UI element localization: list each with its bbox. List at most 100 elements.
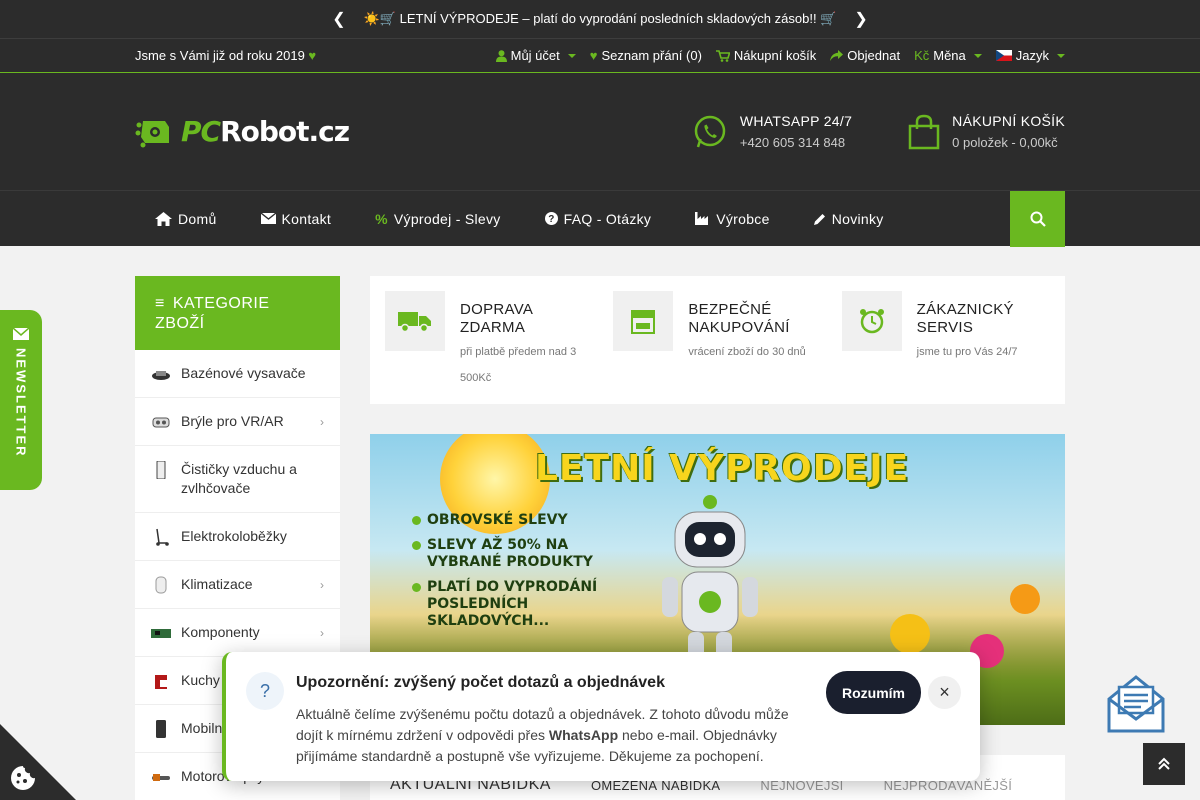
banner-title: LETNÍ VÝPRODEJE bbox=[535, 448, 910, 489]
double-chevron-up-icon bbox=[1158, 757, 1170, 770]
nav-manufacturers[interactable]: Výrobce bbox=[695, 211, 769, 227]
circuit-board-icon bbox=[151, 629, 171, 638]
user-icon bbox=[495, 49, 507, 62]
question-icon: ? bbox=[246, 672, 284, 710]
logo-text: Robot.cz bbox=[220, 115, 350, 148]
category-item[interactable]: Čističky vzduchu a zvlhčovače bbox=[135, 446, 340, 513]
banner-bullet: PLATÍ DO VYPRODÁNÍ POSLEDNÍCH SKLADOVÝCH… bbox=[412, 579, 642, 630]
notice-body: Aktuálně čelíme zvýšenému počtu dotazů a… bbox=[296, 704, 796, 767]
kitchen-mixer-icon bbox=[155, 675, 167, 689]
whatsapp-contact[interactable]: WHATSAPP 24/7 +420 605 314 848 bbox=[692, 113, 852, 150]
close-icon[interactable]: × bbox=[928, 676, 961, 709]
envelope-icon bbox=[260, 213, 276, 224]
cart-title: NÁKUPNÍ KOŠÍK bbox=[952, 113, 1065, 129]
flower-graphic bbox=[890, 614, 930, 654]
category-item[interactable]: Klimatizace › bbox=[135, 561, 340, 609]
understand-button[interactable]: Rozumím bbox=[826, 671, 921, 714]
circuit-logo-icon bbox=[135, 120, 169, 147]
cart-link[interactable]: Nákupní košík bbox=[715, 48, 817, 63]
chevron-right-icon: › bbox=[320, 625, 324, 640]
language-select[interactable]: Jazyk bbox=[995, 48, 1065, 63]
category-label: Brýle pro VR/AR bbox=[181, 413, 284, 429]
nav-home[interactable]: Domů bbox=[155, 211, 217, 227]
cart-label: Nákupní košík bbox=[733, 48, 817, 63]
air-conditioner-icon bbox=[155, 576, 167, 594]
features-strip: DOPRAVA ZDARMA při platbě předem nad 3 5… bbox=[370, 276, 1065, 404]
share-arrow-icon bbox=[830, 50, 844, 61]
category-item[interactable]: Bazénové vysavače bbox=[135, 350, 340, 398]
heart-icon: ♥ bbox=[589, 48, 598, 63]
prev-arrow-icon[interactable]: ❮ bbox=[332, 9, 345, 29]
nav-sale[interactable]: % Výprodej - Slevy bbox=[375, 211, 500, 227]
currency-select[interactable]: Kč Měna bbox=[914, 48, 982, 63]
feature-free-shipping: DOPRAVA ZDARMA při platbě předem nad 3 5… bbox=[385, 291, 593, 389]
caret-down-icon bbox=[1057, 53, 1065, 58]
truck-icon bbox=[398, 312, 431, 332]
contact-mail-widget-icon[interactable] bbox=[1105, 673, 1167, 735]
category-item[interactable]: Brýle pro VR/AR › bbox=[135, 398, 340, 446]
category-header: ≡ KATEGORIE ZBOŽÍ bbox=[135, 276, 340, 350]
account-link[interactable]: Můj účet bbox=[495, 48, 576, 63]
next-arrow-icon[interactable]: ❯ bbox=[854, 9, 867, 29]
since-label: Jsme s Vámi již od roku 2019 bbox=[135, 48, 305, 63]
vr-glasses-icon bbox=[152, 417, 170, 428]
back-to-top-button[interactable] bbox=[1143, 743, 1185, 785]
search-button[interactable] bbox=[1010, 190, 1065, 247]
language-label: Jazyk bbox=[1015, 48, 1049, 63]
category-label: Bazénové vysavače bbox=[181, 365, 306, 381]
nav-news-label: Novinky bbox=[831, 210, 884, 227]
feature-subtitle: při platbě předem nad 3 500Kč bbox=[460, 346, 577, 384]
pencil-icon bbox=[813, 213, 825, 225]
svg-text:?: ? bbox=[548, 214, 554, 225]
heart-icon: ♥ bbox=[308, 48, 317, 63]
order-link[interactable]: Objednat bbox=[830, 48, 900, 63]
home-icon bbox=[155, 211, 172, 226]
cookie-icon[interactable] bbox=[10, 765, 36, 791]
nav-home-label: Domů bbox=[178, 210, 217, 227]
user-bar: Jsme s Vámi již od roku 2019 ♥ Můj účet … bbox=[0, 38, 1200, 73]
chevron-right-icon: › bbox=[320, 577, 324, 592]
category-item[interactable]: Komponenty › bbox=[135, 609, 340, 657]
feature-title: BEZPEČNÉ NAKUPOVÁNÍ bbox=[688, 301, 790, 336]
feature-subtitle: jsme tu pro Vás 24/7 bbox=[916, 346, 1018, 358]
feature-subtitle: vrácení zboží do 30 dnů bbox=[688, 346, 806, 358]
nav-news[interactable]: Novinky bbox=[813, 210, 884, 227]
newsletter-tab[interactable]: NEWSLETTER bbox=[0, 310, 42, 490]
nav-manufacturers-label: Výrobce bbox=[716, 210, 770, 227]
nav-faq[interactable]: ? FAQ - Otázky bbox=[544, 211, 652, 227]
category-label: Mobiln bbox=[181, 720, 223, 736]
factory-icon bbox=[695, 212, 709, 225]
feature-title: DOPRAVA ZDARMA bbox=[460, 301, 533, 336]
category-item[interactable]: Elektrokoloběžky bbox=[135, 513, 340, 561]
chainsaw-icon bbox=[152, 774, 170, 781]
cart-icon bbox=[715, 49, 730, 62]
air-purifier-icon bbox=[156, 461, 166, 479]
whatsapp-title: WHATSAPP 24/7 bbox=[739, 113, 853, 129]
scooter-icon bbox=[156, 528, 169, 546]
category-label: Komponenty bbox=[181, 624, 260, 640]
wishlist-link[interactable]: ♥ Seznam přání (0) bbox=[590, 48, 702, 63]
site-logo[interactable]: PCRobot.cz bbox=[135, 115, 350, 149]
category-label: Kuchy bbox=[181, 672, 220, 688]
wishlist-label: Seznam přání (0) bbox=[601, 48, 702, 63]
announcement-text[interactable]: ☀️🛒 LETNÍ VÝPRODEJE – platí do vyprodání… bbox=[364, 11, 837, 27]
caret-down-icon bbox=[973, 53, 982, 58]
main-nav: Domů Kontakt % Výprodej - Slevy ? FAQ - … bbox=[0, 190, 1200, 247]
czech-flag-icon bbox=[995, 50, 1012, 61]
header-cart[interactable]: NÁKUPNÍ KOŠÍK 0 položek - 0,00kč bbox=[908, 113, 1065, 150]
feature-customer-service: ZÁKAZNICKÝ SERVIS jsme tu pro Vás 24/7 bbox=[841, 291, 1050, 389]
notice-popup: ? Upozornění: zvýšený počet dotazů a obj… bbox=[222, 652, 980, 781]
banner-bullets: OBROVSKÉ SLEVY SLEVY AŽ 50% NA VYBRANÉ P… bbox=[412, 512, 642, 638]
percent-icon: % bbox=[375, 210, 388, 227]
nav-contact[interactable]: Kontakt bbox=[260, 211, 332, 227]
cart-summary: 0 položek - 0,00kč bbox=[952, 135, 1058, 150]
category-label: Klimatizace bbox=[181, 576, 253, 592]
nav-sale-label: Výprodej - Slevy bbox=[393, 210, 501, 227]
since-text: Jsme s Vámi již od roku 2019 ♥ bbox=[135, 48, 316, 63]
envelope-icon bbox=[13, 328, 29, 340]
chevron-right-icon: › bbox=[320, 414, 324, 429]
question-icon: ? bbox=[544, 212, 558, 225]
shopping-bag-icon bbox=[908, 114, 940, 149]
logo-pc: PC bbox=[181, 115, 221, 148]
site-header: PCRobot.cz WHATSAPP 24/7 +420 605 314 84… bbox=[0, 73, 1200, 190]
